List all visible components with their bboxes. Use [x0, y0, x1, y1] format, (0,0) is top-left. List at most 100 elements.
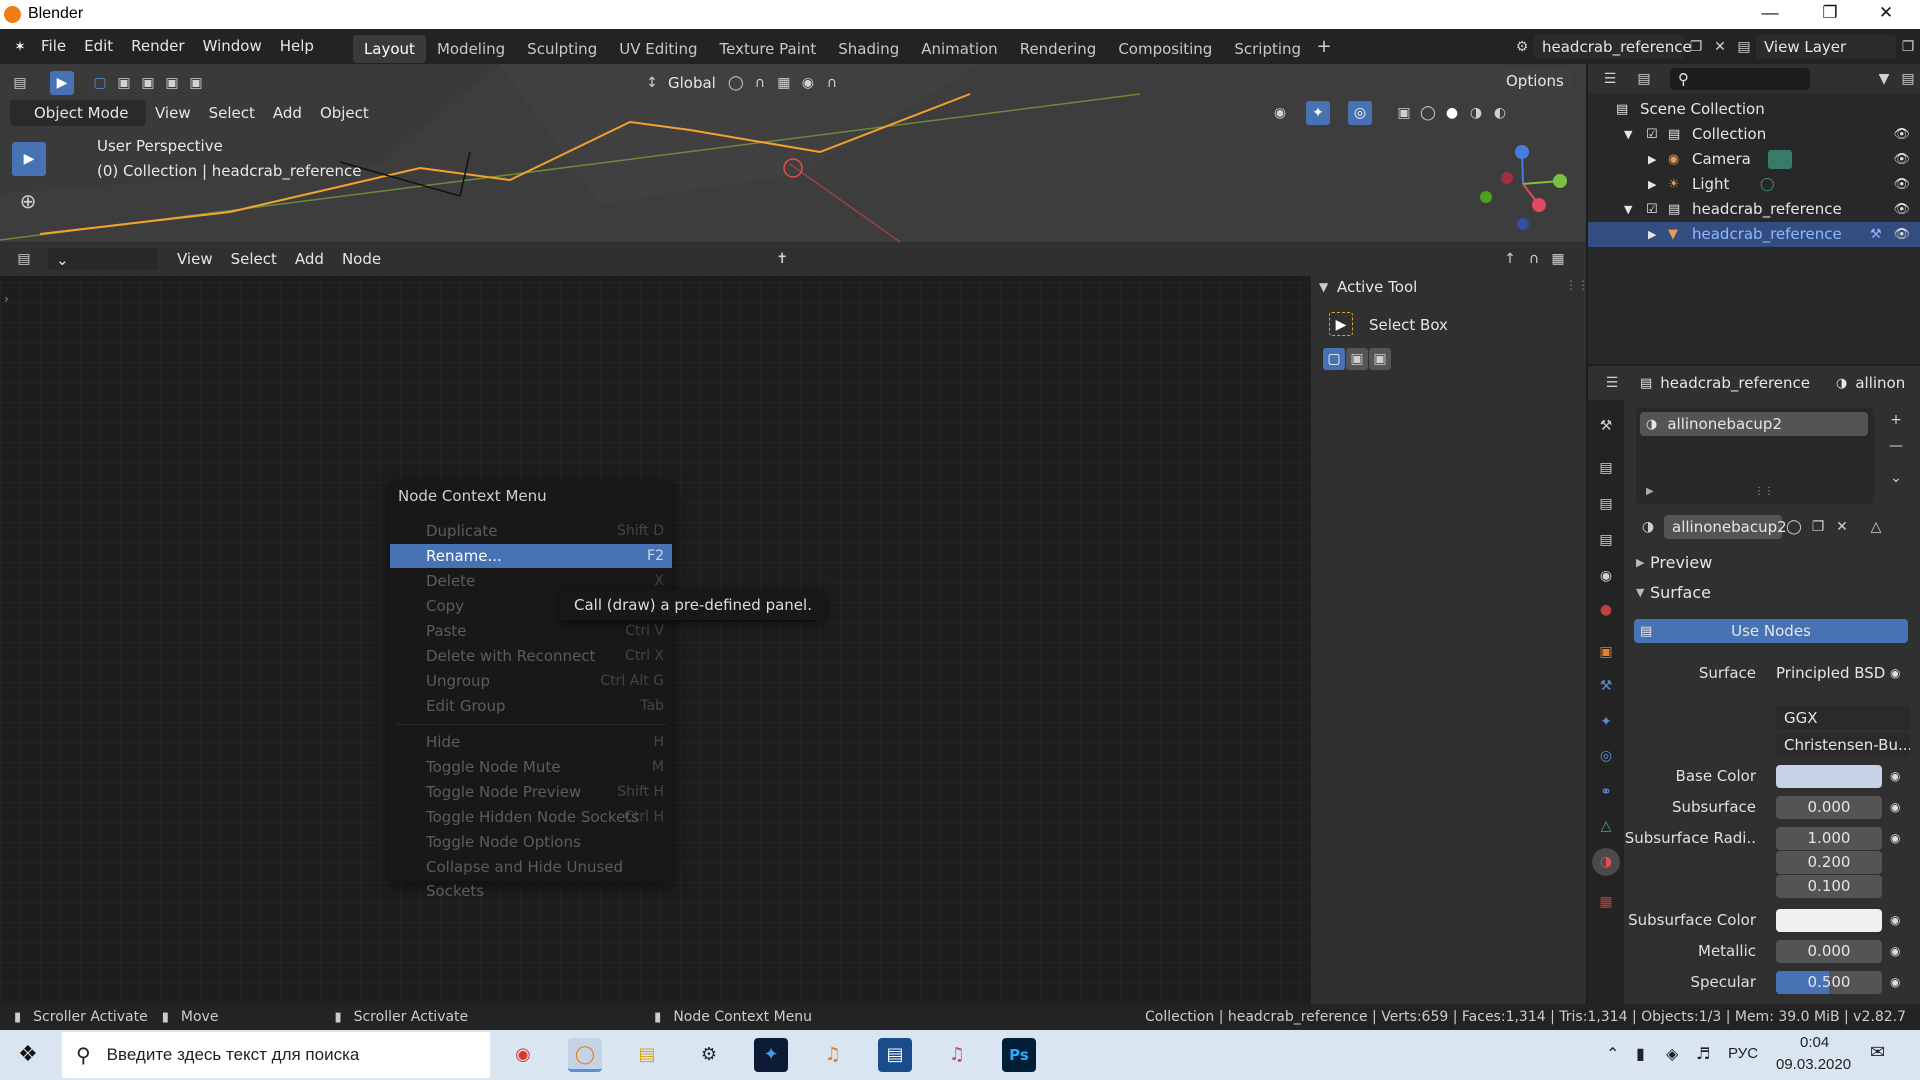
link-socket-icon[interactable]: ◉	[1890, 831, 1900, 845]
subsurface-color-swatch[interactable]	[1776, 909, 1882, 932]
expand-icon[interactable]: ▶	[1648, 222, 1656, 247]
expand-icon[interactable]: ▶	[1648, 147, 1656, 172]
falloff-icon[interactable]: ∩	[820, 71, 844, 95]
xray-icon[interactable]: ▣	[1392, 101, 1416, 125]
battery-icon[interactable]: ▮	[1636, 1044, 1645, 1063]
eye-icon[interactable]: 👁	[1893, 222, 1910, 247]
node-menu-view[interactable]: View	[168, 242, 222, 276]
tool-tab-icon[interactable]: ⚒	[1594, 414, 1618, 438]
blender-taskbar-icon[interactable]: ◯	[568, 1038, 602, 1072]
panel-collapse-icon[interactable]: ▼	[1319, 280, 1328, 294]
distribution-dropdown[interactable]: GGX	[1776, 706, 1910, 730]
network-icon[interactable]: ◈	[1666, 1044, 1678, 1063]
new-scene-icon[interactable]: ❐	[1684, 35, 1708, 59]
pivot-icon[interactable]: ◯	[724, 71, 748, 95]
preview-expand-icon[interactable]: ▶	[1636, 556, 1644, 569]
chrome-icon[interactable]: ◉	[506, 1038, 540, 1072]
new-view-layer-icon[interactable]: ❐	[1896, 35, 1920, 59]
maximize-button[interactable]: ❐	[1810, 3, 1850, 27]
photoshop-icon[interactable]: Ps	[1002, 1038, 1036, 1072]
menu-item-ungroup[interactable]: Ungroup Ctrl Alt G	[390, 669, 672, 693]
minimize-button[interactable]: —	[1750, 3, 1790, 27]
tweak-tool-icon[interactable]: ▶	[12, 142, 46, 176]
menu-item-hide[interactable]: Hide H	[390, 730, 672, 754]
eye-icon[interactable]: 👁	[1893, 122, 1910, 147]
view-layer-field[interactable]: View Layer	[1756, 34, 1896, 59]
node-tree-selector[interactable]: ⌄	[48, 248, 158, 270]
view-layer-icon[interactable]: ▤	[1732, 35, 1756, 59]
app-icon[interactable]: ✦	[754, 1038, 788, 1072]
particles-tab-icon[interactable]: ✦	[1594, 710, 1618, 734]
tab-uv-editing[interactable]: UV Editing	[608, 35, 708, 63]
select-mode-intersect-icon[interactable]: ▣	[184, 71, 208, 95]
proportional-edit-icon[interactable]: ◉	[796, 71, 820, 95]
close-button[interactable]: ✕	[1866, 3, 1906, 27]
world-tab-icon[interactable]: ●	[1594, 598, 1618, 622]
properties-editor-icon[interactable]: ☰	[1600, 371, 1624, 395]
menu-help[interactable]: Help	[271, 29, 323, 64]
subsurface-radius-x-field[interactable]: 1.000	[1776, 827, 1882, 850]
select-mode-invert-icon[interactable]: ▣	[160, 71, 184, 95]
tool-mode-new-icon[interactable]: ▢	[1323, 348, 1345, 370]
subsurface-field[interactable]: 0.000	[1776, 796, 1882, 819]
link-socket-icon[interactable]: ◉	[1890, 666, 1900, 680]
add-slot-icon[interactable]: +	[1884, 408, 1908, 432]
tray-expand-icon[interactable]: ⌃	[1606, 1044, 1619, 1063]
view-layer-tab-icon[interactable]: ▤	[1594, 528, 1618, 552]
preview-panel-header[interactable]: Preview	[1650, 553, 1712, 572]
viewport-menu-select[interactable]: Select	[200, 100, 264, 126]
specular-slider[interactable]: 0.500	[1776, 971, 1882, 994]
clock-time[interactable]: 0:04	[1800, 1034, 1829, 1051]
material-link-icon[interactable]: △	[1864, 515, 1888, 539]
tab-texture-paint[interactable]: Texture Paint	[708, 35, 827, 63]
pin-icon[interactable]: ✝	[770, 247, 794, 271]
overlay-toggle-icon[interactable]: ◎	[1348, 101, 1372, 125]
eye-icon[interactable]: 👁	[1893, 147, 1910, 172]
viewport-menu-add[interactable]: Add	[264, 100, 311, 126]
subsurface-radius-z-field[interactable]: 0.100	[1776, 875, 1882, 898]
delete-scene-icon[interactable]: ✕	[1708, 35, 1732, 59]
select-tool-icon[interactable]: ▶	[50, 71, 74, 95]
link-socket-icon[interactable]: ◉	[1890, 975, 1900, 989]
menu-item-rename[interactable]: Rename... F2	[390, 544, 672, 568]
itunes-icon[interactable]: ♫	[940, 1038, 974, 1072]
use-nodes-button[interactable]: ▤ Use Nodes	[1634, 619, 1908, 643]
file-explorer-icon[interactable]: ▤	[630, 1038, 664, 1072]
subsurface-radius-y-field[interactable]: 0.200	[1776, 851, 1882, 874]
link-socket-icon[interactable]: ◉	[1890, 913, 1900, 927]
link-socket-icon[interactable]: ◉	[1890, 769, 1900, 783]
surface-expand-icon[interactable]: ▼	[1636, 586, 1644, 599]
base-color-swatch[interactable]	[1776, 765, 1882, 788]
tab-scripting[interactable]: Scripting	[1223, 35, 1312, 63]
node-snap-mode-icon[interactable]: ▦	[1546, 247, 1570, 271]
outliner-editor-icon[interactable]: ☰	[1598, 67, 1622, 91]
link-socket-icon[interactable]: ◉	[1890, 800, 1900, 814]
outliner-row-light[interactable]: ▶ ☀ Light ◯ 👁	[1588, 172, 1920, 197]
modifier-icon[interactable]: ⚒	[1870, 222, 1882, 247]
3d-viewport[interactable]: ▤ ▶ ▢ ▣ ▣ ▣ ▣ ↕ Global ◯ ∩ ▦ ◉ ∩ Options…	[0, 64, 1586, 242]
notepad-icon[interactable]: ▤	[878, 1038, 912, 1072]
viewport-menu-object[interactable]: Object	[311, 100, 378, 126]
tool-mode-subtract-icon[interactable]: ▣	[1369, 348, 1391, 370]
remove-slot-icon[interactable]: —	[1884, 434, 1908, 458]
volume-icon[interactable]: ♬	[1696, 1044, 1710, 1063]
cursor-tool-icon[interactable]: ⊕	[16, 189, 40, 213]
windows-start-icon[interactable]: ❖	[18, 1042, 38, 1067]
select-mode-extend-icon[interactable]: ▣	[112, 71, 136, 95]
menu-item-delete-reconnect[interactable]: Delete with Reconnect Ctrl X	[390, 644, 672, 668]
material-shading-icon[interactable]: ◑	[1464, 101, 1488, 125]
metallic-field[interactable]: 0.000	[1776, 940, 1882, 963]
tab-animation[interactable]: Animation	[910, 35, 1008, 63]
outliner-search-input[interactable]: ⚲	[1670, 68, 1810, 90]
snap-target-icon[interactable]: ▦	[772, 71, 796, 95]
menu-item-edit-group[interactable]: Edit Group Tab	[390, 694, 672, 718]
menu-item-collapse-sockets[interactable]: Collapse and Hide Unused Sockets	[390, 855, 672, 900]
toolbar-expand-icon[interactable]: ›	[4, 292, 9, 306]
checkbox-icon[interactable]: ☑	[1646, 122, 1658, 147]
scene-icon[interactable]: ⚙	[1510, 35, 1534, 59]
material-tab-icon[interactable]: ◑	[1592, 848, 1620, 876]
node-menu-add[interactable]: Add	[286, 242, 333, 276]
display-mode-icon[interactable]: ▤	[1632, 67, 1656, 91]
render-tab-icon[interactable]: ▤	[1594, 456, 1618, 480]
transform-orientation[interactable]: Global	[668, 74, 716, 92]
